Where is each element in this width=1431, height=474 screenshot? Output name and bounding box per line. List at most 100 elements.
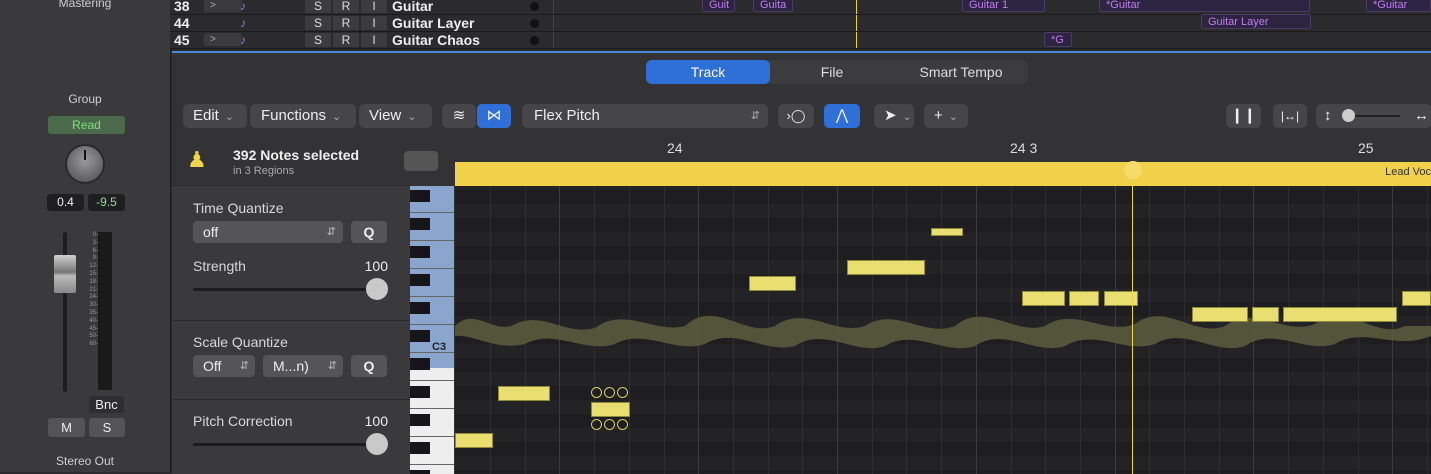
black-key[interactable] bbox=[410, 190, 430, 202]
pitch-note[interactable] bbox=[498, 386, 550, 401]
handle-dot[interactable] bbox=[591, 419, 602, 430]
pointer-tool-icon[interactable]: ➤ ⌄ bbox=[874, 104, 914, 128]
chevron-down-icon: ⌄ bbox=[902, 111, 912, 123]
catch-icon[interactable]: ›◯ bbox=[778, 104, 814, 128]
flex-icon[interactable]: ⋈ bbox=[477, 104, 511, 128]
solo-button[interactable]: S bbox=[305, 0, 331, 13]
black-key[interactable] bbox=[410, 274, 430, 286]
output-label: Stereo Out bbox=[55, 454, 115, 468]
pitch-correction-slider[interactable] bbox=[193, 443, 388, 446]
waveform-zoom-icon[interactable]: ❙❙ bbox=[1226, 104, 1261, 128]
pitch-note[interactable] bbox=[1069, 291, 1099, 306]
piano-roll-editor: Track File Smart Tempo Edit ⌄ Functions ⌄ … bbox=[172, 51, 1431, 474]
black-key[interactable] bbox=[410, 330, 430, 342]
region-name: Lead Voc bbox=[1385, 166, 1431, 178]
pitch-correction-slider-thumb[interactable] bbox=[366, 433, 388, 455]
region[interactable]: *Guitar bbox=[1099, 0, 1310, 12]
zoom-slider-thumb[interactable] bbox=[1342, 109, 1355, 122]
updown-chevron-icon: ⇵ bbox=[326, 226, 336, 238]
region[interactable]: *G bbox=[1044, 32, 1072, 47]
note-grid[interactable]: 24 24 3 25 Lead Voc bbox=[455, 137, 1431, 474]
pan-knob[interactable] bbox=[67, 146, 103, 182]
note-handles[interactable] bbox=[591, 387, 631, 430]
tab-file[interactable]: File bbox=[770, 60, 894, 84]
handle-dot[interactable] bbox=[604, 419, 615, 430]
record-button[interactable]: R bbox=[333, 16, 359, 30]
time-quantize-q-button[interactable]: Q bbox=[351, 221, 387, 243]
pitch-note[interactable] bbox=[847, 260, 925, 275]
selection-subtitle: in 3 Regions bbox=[233, 165, 295, 177]
pitch-note[interactable] bbox=[591, 402, 630, 417]
track-area: 38 > ♪ S R I Guitar 44 ♪ S R I Guitar La… bbox=[170, 0, 1431, 49]
c3-key-label: C3 bbox=[432, 341, 447, 353]
disclosure-chevron-icon[interactable]: > bbox=[204, 0, 242, 12]
snap-icon[interactable]: ⋀ bbox=[824, 104, 860, 128]
crosshair-tool-icon[interactable]: + ⌄ bbox=[924, 104, 968, 128]
region[interactable]: *Guitar bbox=[1366, 0, 1431, 12]
black-key[interactable] bbox=[410, 470, 430, 474]
solo-button[interactable]: S bbox=[89, 418, 125, 437]
disclosure-chevron-icon[interactable]: > bbox=[204, 33, 242, 46]
time-quantize-select[interactable]: off ⇵ bbox=[193, 221, 343, 243]
strength-slider-thumb[interactable] bbox=[366, 278, 388, 300]
pitch-note[interactable] bbox=[1252, 307, 1279, 322]
piano-keyboard[interactable]: C3 bbox=[410, 186, 454, 474]
scale-quantize-scale-select[interactable]: M...n) ⇵ bbox=[263, 355, 343, 377]
pitch-note[interactable] bbox=[455, 433, 493, 448]
ruler[interactable]: 24 24 3 25 bbox=[455, 137, 1431, 163]
collapse-inspector-button[interactable] bbox=[404, 151, 438, 171]
black-key[interactable] bbox=[410, 302, 430, 314]
black-key[interactable] bbox=[410, 218, 430, 230]
track-row[interactable]: 45 > ♪ S R I Guitar Chaos bbox=[170, 32, 1431, 49]
tab-track[interactable]: Track bbox=[646, 60, 770, 84]
region[interactable]: Guit bbox=[702, 0, 735, 12]
black-key[interactable] bbox=[410, 442, 430, 454]
input-monitor-button[interactable]: I bbox=[361, 0, 387, 13]
volume-fader-handle[interactable] bbox=[54, 255, 76, 293]
track-name: Guitar bbox=[392, 0, 434, 14]
pitch-note[interactable] bbox=[931, 228, 963, 236]
black-key[interactable] bbox=[410, 246, 430, 258]
pitch-note[interactable] bbox=[749, 276, 796, 291]
zoom-slider[interactable]: ↕ ↔ bbox=[1316, 104, 1431, 128]
black-key[interactable] bbox=[410, 358, 430, 370]
region[interactable]: Guita bbox=[753, 0, 793, 12]
record-button[interactable]: R bbox=[333, 33, 359, 47]
pitch-note[interactable] bbox=[1022, 291, 1065, 306]
automation-mode-button[interactable]: Read bbox=[48, 116, 125, 134]
pitch-note[interactable] bbox=[1283, 307, 1397, 322]
solo-button[interactable]: S bbox=[305, 33, 331, 47]
black-key[interactable] bbox=[410, 414, 430, 426]
black-key[interactable] bbox=[410, 386, 430, 398]
pitch-note[interactable] bbox=[1192, 307, 1248, 322]
flex-mode-select[interactable]: Flex Pitch ⇵ bbox=[522, 104, 768, 128]
solo-button[interactable]: S bbox=[305, 16, 331, 30]
input-monitor-button[interactable]: I bbox=[361, 16, 387, 30]
track-number: 44 bbox=[174, 15, 190, 31]
scale-quantize-mode-select[interactable]: Off ⇵ bbox=[193, 355, 255, 377]
view-menu[interactable]: View ⌄ bbox=[359, 104, 432, 128]
strength-slider[interactable] bbox=[193, 288, 388, 291]
group-label: Group bbox=[68, 92, 102, 106]
meter-tick-label: 50- bbox=[89, 333, 98, 340]
input-monitor-button[interactable]: I bbox=[361, 33, 387, 47]
record-button[interactable]: R bbox=[333, 0, 359, 13]
bounce-button[interactable]: Bnc bbox=[89, 396, 124, 413]
scale-quantize-q-button[interactable]: Q bbox=[351, 355, 387, 377]
edit-menu[interactable]: Edit ⌄ bbox=[183, 104, 247, 128]
region-bar[interactable]: Lead Voc bbox=[455, 162, 1431, 186]
region[interactable]: Guitar 1 bbox=[962, 0, 1045, 12]
playhead-handle[interactable] bbox=[1124, 161, 1142, 179]
horizontal-fit-icon[interactable]: |↔| bbox=[1273, 104, 1307, 128]
handle-dot[interactable] bbox=[617, 419, 628, 430]
tab-smart-tempo[interactable]: Smart Tempo bbox=[894, 60, 1028, 84]
handle-dot[interactable] bbox=[617, 387, 628, 398]
automation-curve-icon[interactable]: ≋ bbox=[442, 104, 476, 128]
handle-dot[interactable] bbox=[604, 387, 615, 398]
region[interactable]: Guitar Layer bbox=[1201, 14, 1311, 29]
functions-menu[interactable]: Functions ⌄ bbox=[250, 104, 356, 128]
handle-dot[interactable] bbox=[591, 387, 602, 398]
strength-value: 100 bbox=[364, 258, 388, 274]
pitch-note[interactable] bbox=[1402, 291, 1431, 306]
mute-button[interactable]: M bbox=[48, 418, 85, 437]
